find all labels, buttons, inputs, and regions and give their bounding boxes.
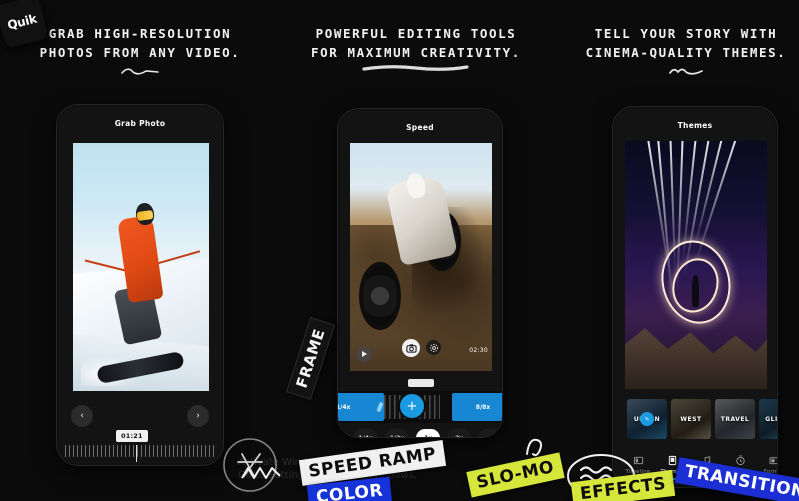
speed-option-label: 1/8x: [337, 434, 342, 438]
play-button[interactable]: [356, 346, 372, 362]
clock-icon: [735, 455, 745, 466]
camera-grab-icon: [405, 343, 417, 353]
phone2-timecode: 02:30: [469, 347, 488, 354]
previous-frame-button[interactable]: ‹: [71, 405, 93, 427]
next-frame-button[interactable]: ›: [187, 405, 209, 427]
headline-3: TELL YOUR STORY WITH CINEMA-QUALITY THEM…: [574, 24, 798, 77]
theme-thumbnail[interactable]: GLITCH: [759, 399, 778, 439]
speed-option[interactable]: 2x: [447, 429, 472, 438]
phone1-video-preview[interactable]: [73, 143, 209, 391]
frame-ruler-needle: [136, 445, 137, 462]
phone-mockup-themes: Themes URBAN ✎ WEST TR: [612, 106, 778, 488]
theme-label: TRAVEL: [720, 415, 750, 423]
squiggle-underline-icon: [121, 68, 159, 75]
gear-icon: [429, 343, 438, 352]
speed-option-label: 1/2x: [389, 434, 405, 438]
theme-thumbnail-selected[interactable]: URBAN ✎: [627, 399, 667, 439]
speed-marker-chip: [408, 379, 434, 387]
phone2-video-preview[interactable]: [350, 143, 492, 371]
theme-thumbnail[interactable]: TRAVEL: [715, 399, 755, 439]
headline-2: POWERFUL EDITING TOOLS FOR MAXIMUM CREAT…: [296, 24, 536, 73]
phone2-screen-title: Speed: [406, 123, 434, 132]
quik-logo-text: Quik: [5, 11, 39, 33]
headline-2-line1: POWERFUL EDITING TOOLS: [315, 26, 517, 41]
headline-1: GRAB HIGH-RESOLUTION PHOTOS FROM ANY VID…: [20, 24, 260, 77]
speed-option[interactable]: 1/8x: [337, 429, 347, 438]
speed-option[interactable]: 1/2x: [384, 429, 410, 438]
sticker-label: EFFECTS: [579, 473, 668, 501]
themes-icon: [668, 455, 676, 466]
phone1-timecode-chip: 01:21: [116, 430, 148, 442]
sticker-label: FRAME: [292, 326, 329, 391]
chevron-right-icon: ›: [196, 411, 200, 421]
phone3-video-preview[interactable]: [625, 141, 767, 389]
theme-thumbnail-strip[interactable]: URBAN ✎ WEST TRAVEL GLITCH BOLD: [627, 399, 778, 439]
phone3-screen-title: Themes: [677, 121, 713, 130]
theme-label: GLITCH: [765, 415, 778, 423]
play-icon: [362, 351, 368, 357]
drag-grip-icon: [376, 401, 384, 413]
silhouette-figure: [691, 274, 699, 308]
speed-handle-left[interactable]: 1/4x: [337, 393, 384, 421]
phone-mockup-speed: Speed 02:30 1/4x 8/8x + x 1/4x 1/2x 1x 2…: [337, 108, 503, 438]
plus-icon: +: [406, 398, 418, 414]
frame-ruler[interactable]: [65, 445, 217, 457]
speed-settings-button[interactable]: [426, 340, 441, 355]
squiggle-underline-icon: [669, 68, 703, 75]
promo-screenshot: GRAB HIGH-RESOLUTION PHOTOS FROM ANY VID…: [0, 0, 799, 501]
phone1-screen-title: Grab Photo: [114, 119, 166, 128]
sticker-slo-mo: SLO-MO: [466, 452, 565, 498]
timeline-icon: [633, 456, 643, 465]
speed-option[interactable]: 1/4x: [353, 429, 378, 438]
headline-1-line2: PHOTOS FROM ANY VIDEO.: [39, 45, 241, 60]
grab-frame-button[interactable]: [402, 339, 420, 357]
format-icon: [768, 457, 777, 465]
speed-handle-right[interactable]: 8/8x: [452, 393, 502, 421]
speed-option-selected[interactable]: 1x: [416, 429, 441, 438]
brush-underline-icon: [362, 65, 469, 71]
speed-handle-left-label: 1/4x: [337, 403, 351, 411]
sticker-label: COLOR: [315, 480, 385, 501]
theme-thumbnail[interactable]: WEST: [671, 399, 711, 439]
phone-mockup-grab-photo: Grab Photo ‹ › 01:21: [56, 104, 224, 466]
speed-handle-right-label: 8/8x: [475, 403, 491, 411]
headline-3-line2: CINEMA-QUALITY THEMES.: [585, 45, 787, 60]
headline-1-line1: GRAB HIGH-RESOLUTION: [48, 26, 232, 41]
speed-option[interactable]: 4x: [478, 429, 502, 438]
add-speed-point-button[interactable]: +: [400, 394, 424, 418]
theme-label: WEST: [680, 415, 702, 423]
speed-ramp-track[interactable]: 1/4x 8/8x +: [337, 391, 502, 423]
pencil-icon: ✎: [640, 412, 654, 426]
chevron-left-icon: ‹: [80, 411, 84, 421]
speed-option-label: 4x: [486, 434, 495, 438]
speed-option-label: 2x: [455, 434, 464, 438]
speed-options-row[interactable]: 1/8x 1/4x 1/2x 1x 2x 4x 8x: [337, 429, 502, 438]
sticker-label: SLO-MO: [474, 457, 556, 493]
sticker-label: TRANSITIONS: [683, 461, 799, 501]
sticker-frame: FRAME: [286, 316, 336, 401]
speed-option-label: 1x: [424, 434, 433, 438]
speed-option-label: 1/4x: [358, 434, 373, 438]
headline-2-line2: FOR MAXIMUM CREATIVITY.: [311, 45, 521, 60]
headline-3-line1: TELL YOUR STORY WITH: [594, 26, 778, 41]
